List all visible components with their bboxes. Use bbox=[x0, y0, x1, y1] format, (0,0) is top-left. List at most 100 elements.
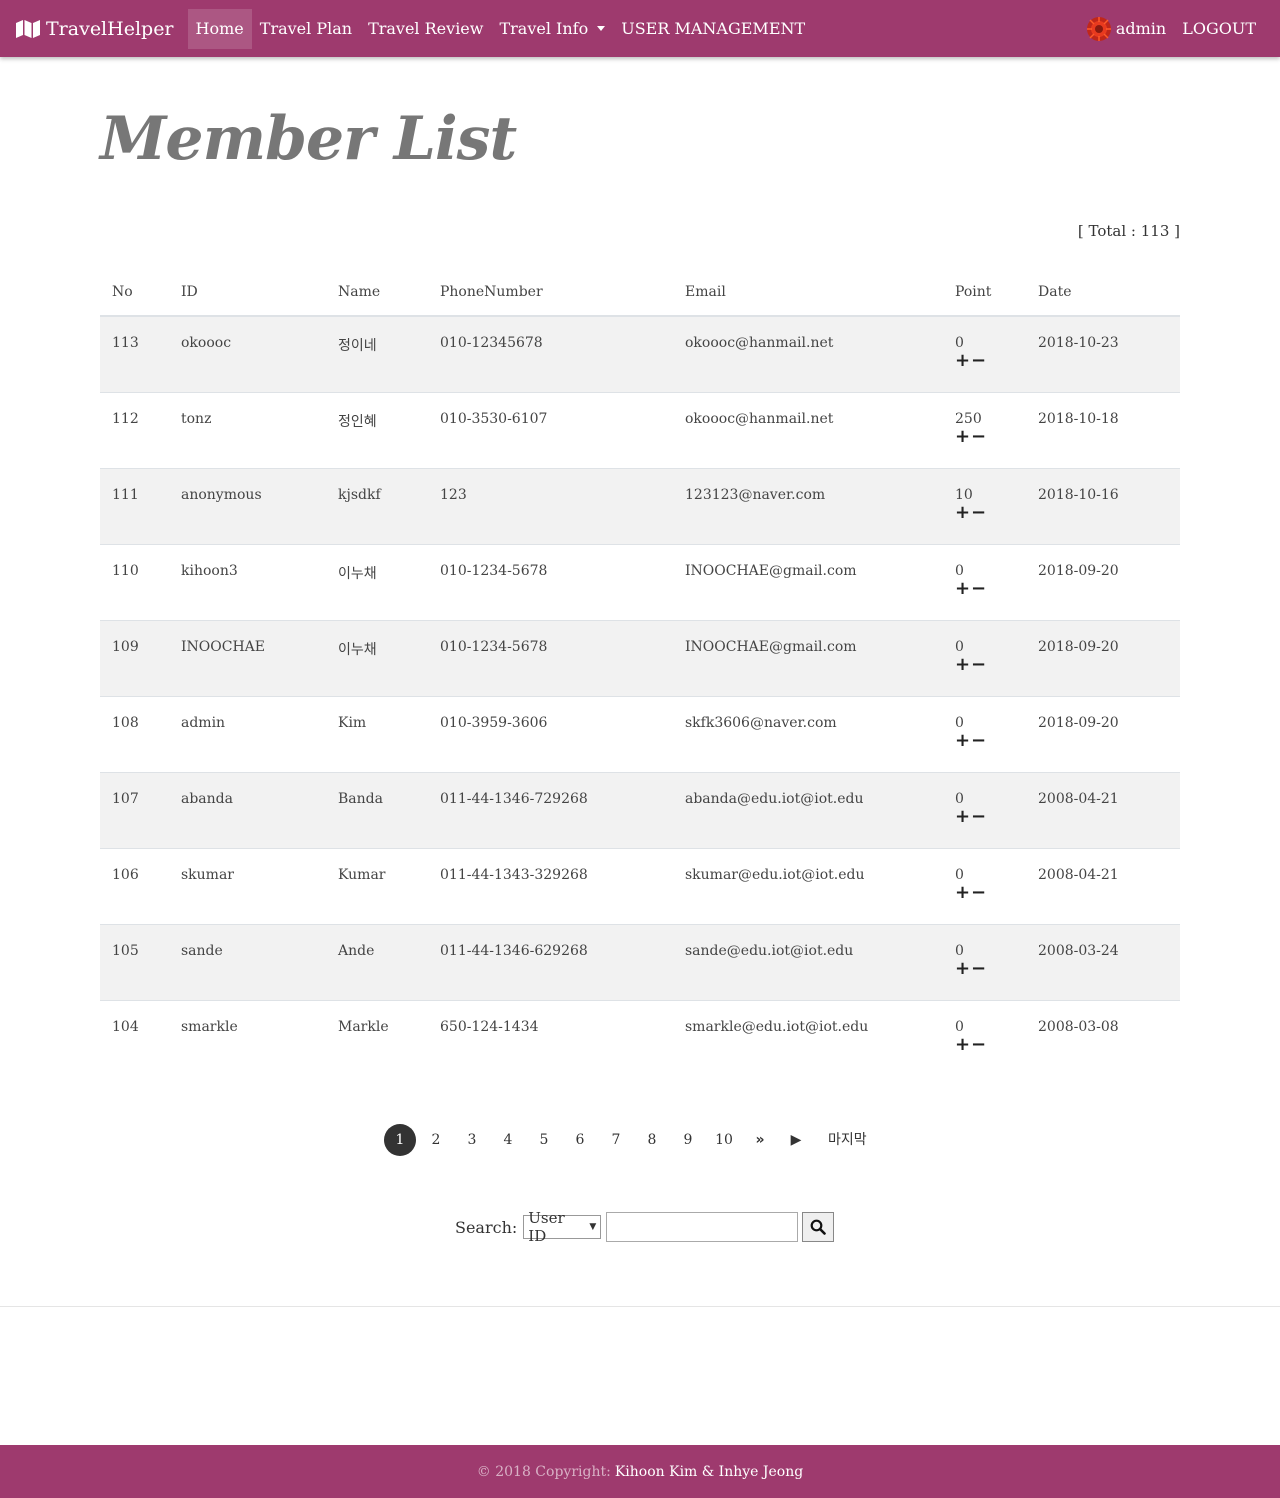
page-2[interactable]: 2 bbox=[418, 1124, 454, 1156]
page-9[interactable]: 9 bbox=[670, 1124, 706, 1156]
cell-phone: 010-1234-5678 bbox=[428, 543, 673, 620]
minus-icon[interactable]: − bbox=[971, 1035, 986, 1053]
search-label: Search: bbox=[455, 1217, 518, 1237]
cell-phone-value: 011-44-1346-729268 bbox=[440, 790, 588, 807]
point-controls: + − bbox=[955, 427, 1014, 445]
minus-icon[interactable]: − bbox=[971, 352, 986, 370]
plus-icon[interactable]: + bbox=[955, 959, 970, 977]
cell-no: 105 bbox=[100, 923, 169, 1000]
plus-icon[interactable]: + bbox=[955, 427, 970, 445]
page-6[interactable]: 6 bbox=[562, 1124, 598, 1156]
page-7[interactable]: 7 bbox=[598, 1124, 634, 1156]
minus-icon[interactable]: − bbox=[971, 427, 986, 445]
table-row: 107 abanda Banda 011-44-1346-729268 abanda@e… bbox=[100, 771, 1180, 848]
cell-email: 123123@naver.com bbox=[673, 467, 943, 544]
nav-user-link[interactable]: admin bbox=[1116, 19, 1166, 38]
cell-phone: 650-124-1434 bbox=[428, 999, 673, 1076]
search-input[interactable] bbox=[606, 1212, 799, 1242]
table-row: 105 sande Ande 011-44-1346-629268 sande@edu.… bbox=[100, 923, 1180, 1000]
cell-no-value: 104 bbox=[112, 1018, 139, 1035]
nav-user-management[interactable]: USER MANAGEMENT bbox=[613, 9, 813, 49]
cell-email-value: INOOCHAE@gmail.com bbox=[685, 638, 857, 655]
cell-point-value: 0 bbox=[955, 638, 964, 655]
nav-travel-info-dropdown[interactable]: Travel Info bbox=[491, 9, 613, 49]
cell-date-value: 2018-10-23 bbox=[1038, 335, 1119, 351]
cell-id: INOOCHAE bbox=[169, 619, 326, 696]
search-button[interactable] bbox=[802, 1212, 835, 1242]
cell-id: okoooc bbox=[169, 316, 326, 392]
page-1[interactable]: 1 bbox=[384, 1124, 416, 1156]
page-3[interactable]: 3 bbox=[454, 1124, 490, 1156]
cell-name-value: Kim bbox=[338, 714, 367, 731]
minus-icon[interactable]: − bbox=[971, 655, 986, 673]
page-10[interactable]: 10 bbox=[706, 1124, 742, 1156]
footer-authors-link[interactable]: Kihoon Kim & Inhye Jeong bbox=[615, 1464, 803, 1480]
brand-link[interactable]: TravelHelper bbox=[16, 0, 174, 57]
cell-point: 0 + − bbox=[943, 695, 1026, 772]
cell-point-value: 0 bbox=[955, 866, 964, 883]
plus-icon[interactable]: + bbox=[955, 883, 970, 901]
cell-id: anonymous bbox=[169, 467, 326, 544]
plus-icon[interactable]: + bbox=[955, 1035, 970, 1053]
plus-icon[interactable]: + bbox=[955, 579, 970, 597]
page-8[interactable]: 8 bbox=[634, 1124, 670, 1156]
cell-phone: 011-44-1346-629268 bbox=[428, 923, 673, 1000]
plus-icon[interactable]: + bbox=[955, 807, 970, 825]
nav-home[interactable]: Home bbox=[187, 8, 252, 49]
cell-date-value: 2008-03-08 bbox=[1038, 1018, 1119, 1035]
cell-date: 2018-09-20 bbox=[1026, 619, 1180, 696]
cell-name: 정인혜 bbox=[326, 391, 428, 468]
cell-point-value: 0 bbox=[955, 790, 964, 807]
cell-date: 2018-09-20 bbox=[1026, 695, 1180, 772]
minus-icon[interactable]: − bbox=[971, 503, 986, 521]
cell-no-value: 108 bbox=[112, 714, 139, 731]
cell-name: Kumar bbox=[326, 847, 428, 924]
minus-icon[interactable]: − bbox=[971, 731, 986, 749]
cell-id: tonz bbox=[169, 391, 326, 468]
nav-travel-plan[interactable]: Travel Plan bbox=[252, 9, 360, 49]
content-divider bbox=[0, 1306, 1280, 1307]
cell-no-value: 112 bbox=[112, 410, 139, 427]
next-group-button[interactable]: » bbox=[742, 1124, 778, 1156]
minus-icon[interactable]: − bbox=[971, 579, 986, 597]
cell-point: 0 + − bbox=[943, 771, 1026, 848]
minus-icon[interactable]: − bbox=[971, 807, 986, 825]
minus-icon[interactable]: − bbox=[971, 959, 986, 977]
page-4[interactable]: 4 bbox=[490, 1124, 526, 1156]
footer-copyright: © 2018 Copyright: bbox=[476, 1463, 611, 1480]
cell-no-value: 106 bbox=[112, 866, 139, 883]
cell-id-value: skumar bbox=[181, 866, 234, 883]
cell-id-value: sande bbox=[181, 942, 223, 959]
cell-point: 0 + − bbox=[943, 316, 1026, 392]
search-type-select[interactable]: User ID ▼ bbox=[523, 1209, 602, 1245]
cell-no: 109 bbox=[100, 619, 169, 696]
cell-id-value: admin bbox=[181, 714, 226, 731]
cell-point-value: 0 bbox=[955, 942, 964, 959]
next-page-button[interactable]: ▶ bbox=[778, 1124, 814, 1156]
cell-no: 107 bbox=[100, 771, 169, 848]
point-controls: + − bbox=[955, 1035, 1014, 1053]
plus-icon[interactable]: + bbox=[955, 352, 970, 370]
cell-point: 0 + − bbox=[943, 619, 1026, 696]
page-5[interactable]: 5 bbox=[526, 1124, 562, 1156]
cell-point: 0 + − bbox=[943, 543, 1026, 620]
last-page-button[interactable]: 마지막 bbox=[814, 1124, 867, 1156]
cell-phone: 010-3530-6107 bbox=[428, 391, 673, 468]
cell-name-value: Markle bbox=[338, 1018, 389, 1035]
cell-id: smarkle bbox=[169, 999, 326, 1076]
cell-name: Banda bbox=[326, 771, 428, 848]
nav-right: admin LOGOUT bbox=[1086, 0, 1256, 57]
nav-travel-review[interactable]: Travel Review bbox=[360, 9, 491, 49]
cell-email: okoooc@hanmail.net bbox=[673, 391, 943, 468]
plus-icon[interactable]: + bbox=[955, 731, 970, 749]
plus-icon[interactable]: + bbox=[955, 655, 970, 673]
header-id: ID bbox=[169, 268, 326, 317]
cell-no: 110 bbox=[100, 543, 169, 620]
plus-icon[interactable]: + bbox=[955, 503, 970, 521]
logout-link[interactable]: LOGOUT bbox=[1182, 19, 1256, 38]
cell-date: 2018-09-20 bbox=[1026, 543, 1180, 620]
caret-down-icon bbox=[597, 26, 606, 31]
table-row: 108 admin Kim 010-3959-3606 skfk3606@naver.c… bbox=[100, 695, 1180, 772]
cell-phone: 010-12345678 bbox=[428, 316, 673, 392]
minus-icon[interactable]: − bbox=[971, 883, 986, 901]
